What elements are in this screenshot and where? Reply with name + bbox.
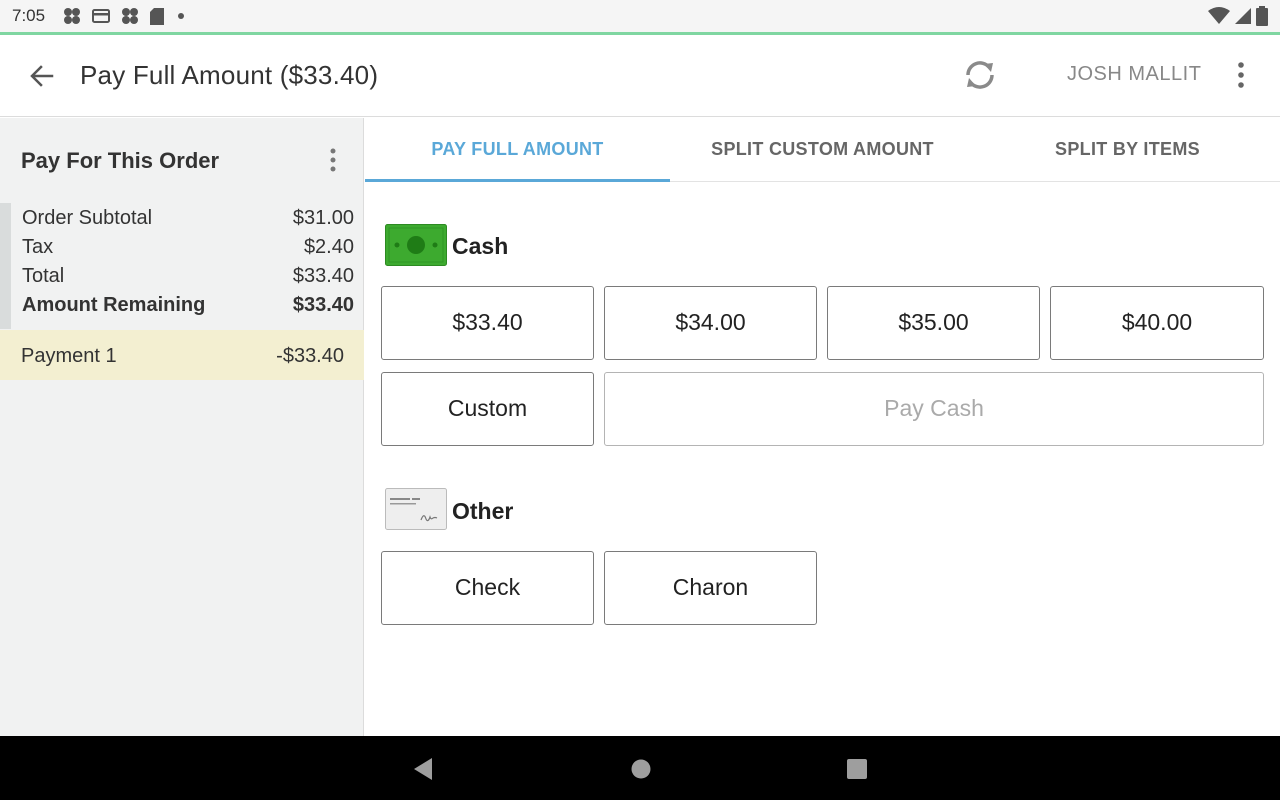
nav-recents-button[interactable] [842, 754, 872, 784]
order-options-button[interactable] [322, 146, 344, 174]
system-nav-bar [0, 736, 1280, 800]
tab-split-custom-amount[interactable]: SPLIT CUSTOM AMOUNT [670, 118, 975, 182]
order-panel: Pay For This Order Order Subtotal $31.00… [0, 118, 364, 736]
refresh-button[interactable] [960, 55, 1000, 95]
card-icon [92, 9, 110, 23]
app-bar: Pay Full Amount ($33.40) JOSH MALLIT [0, 35, 1280, 117]
tax-value: $2.40 [303, 236, 354, 258]
triangle-back-icon [414, 758, 432, 780]
user-name[interactable]: JOSH MALLIT [1067, 63, 1201, 86]
page-title: Pay Full Amount ($33.40) [80, 60, 379, 90]
check-button[interactable]: Check [381, 551, 594, 625]
payment-label: Payment 1 [21, 345, 117, 367]
overflow-menu-button[interactable] [1226, 59, 1256, 91]
circle-home-icon [631, 759, 651, 779]
back-arrow-icon [30, 65, 54, 87]
dot-icon [178, 13, 184, 19]
subtotal-label: Order Subtotal [22, 207, 153, 229]
sd-card-icon [150, 7, 164, 25]
cash-amount-button[interactable]: $34.00 [604, 286, 817, 360]
more-vert-icon [330, 148, 336, 172]
tax-label: Tax [22, 236, 54, 258]
cash-amount-button[interactable]: $33.40 [381, 286, 594, 360]
system-icons [1208, 6, 1268, 26]
back-button[interactable] [28, 62, 56, 90]
pinwheel-icon [64, 8, 80, 24]
charon-button[interactable]: Charon [604, 551, 817, 625]
check-icon [385, 488, 447, 535]
tab-split-by-items[interactable]: SPLIT BY ITEMS [975, 118, 1280, 182]
cash-amount-button[interactable]: $35.00 [827, 286, 1040, 360]
payment-row[interactable]: Payment 1 -$33.40 [0, 330, 364, 380]
subtotal-value: $31.00 [292, 207, 354, 229]
order-summary: Order Subtotal $31.00 Tax $2.40 Total $3… [0, 203, 364, 329]
status-time: 7:05 [12, 6, 46, 25]
square-recents-icon [847, 759, 867, 779]
battery-icon [1256, 6, 1268, 26]
cash-icon [385, 224, 447, 271]
status-bar: 7:05 [0, 0, 1280, 32]
more-vert-icon [1238, 62, 1244, 88]
pay-cash-button[interactable]: Pay Cash [604, 372, 1264, 446]
total-label: Total [22, 265, 65, 287]
cash-section-title: Cash [452, 233, 509, 259]
payment-tabs: PAY FULL AMOUNT SPLIT CUSTOM AMOUNT SPLI… [365, 118, 1280, 182]
amount-remaining-value: $33.40 [292, 294, 354, 316]
pinwheel-icon [122, 8, 138, 24]
order-panel-heading: Pay For This Order [21, 148, 220, 173]
refresh-icon [966, 61, 994, 89]
signal-icon [1235, 8, 1251, 24]
other-section-title: Other [452, 498, 514, 524]
tab-pay-full-amount[interactable]: PAY FULL AMOUNT [365, 118, 670, 182]
nav-home-button[interactable] [626, 754, 656, 784]
nav-back-button[interactable] [410, 754, 440, 784]
custom-amount-button[interactable]: Custom [381, 372, 594, 446]
amount-remaining-label: Amount Remaining [22, 294, 206, 316]
notification-icons [62, 7, 188, 25]
cash-amount-button[interactable]: $40.00 [1050, 286, 1264, 360]
payment-value: -$33.40 [276, 345, 344, 367]
wifi-icon [1208, 7, 1230, 24]
total-value: $33.40 [292, 265, 354, 287]
